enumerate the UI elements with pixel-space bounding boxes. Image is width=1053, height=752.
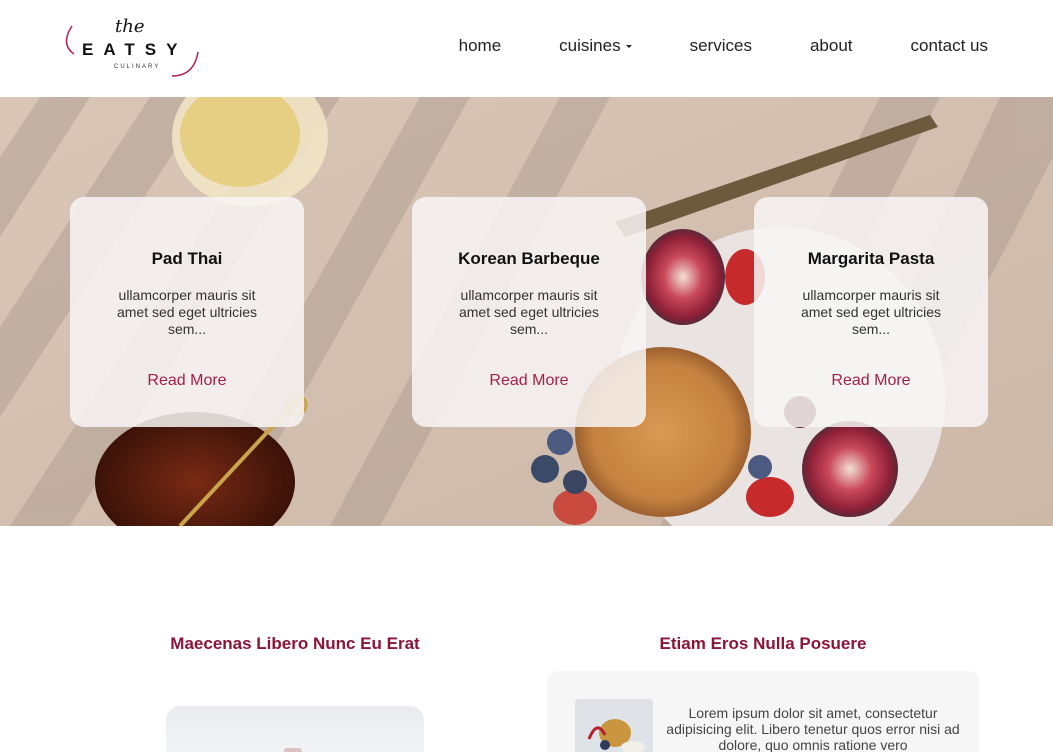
logo-tagline: CULINARY [114, 64, 161, 70]
dish-card-korean-barbeque: Korean Barbeque ullamcorper mauris sit a… [412, 197, 646, 427]
dish-card-text: ullamcorper mauris sit amet sed eget ult… [458, 287, 600, 337]
hero-banner: Pad Thai ullamcorper mauris sit amet sed… [0, 97, 1053, 526]
nav-cuisines-label: cuisines [559, 36, 621, 55]
nav-contact[interactable]: contact us [911, 36, 989, 56]
section-title-right: Etiam Eros Nulla Posuere [659, 634, 867, 653]
featured-image[interactable] [166, 706, 424, 752]
nav-services[interactable]: services [690, 36, 752, 56]
dish-card-text: ullamcorper mauris sit amet sed eget ult… [800, 287, 942, 337]
nav-services-label: services [689, 36, 752, 55]
dessert-thumbnail-icon [575, 699, 653, 752]
logo-script-text: the [115, 16, 145, 37]
nav-home-label: home [458, 36, 502, 55]
main-nav: home cuisines services about contact us [401, 36, 988, 56]
dish-card-title: Pad Thai [151, 249, 223, 268]
article-thumbnail[interactable] [575, 699, 653, 752]
caret-down-icon [625, 44, 632, 48]
nav-about-label: about [809, 36, 853, 55]
dish-card-title: Margarita Pasta [807, 249, 935, 268]
dish-card-pad-thai: Pad Thai ullamcorper mauris sit amet sed… [70, 197, 304, 427]
read-more-link[interactable]: Read More [754, 372, 988, 390]
eatsy-logo[interactable]: the EATSY CULINARY [60, 14, 205, 82]
section-title-left: Maecenas Libero Nunc Eu Erat [170, 634, 420, 653]
nav-cuisines[interactable]: cuisines [559, 36, 632, 56]
dish-card-margarita-pasta: Margarita Pasta ullamcorper mauris sit a… [754, 197, 988, 427]
logo-wordmark: EATSY [82, 40, 188, 59]
dish-card-text: ullamcorper mauris sit amet sed eget ult… [116, 287, 258, 337]
nav-home[interactable]: home [459, 36, 502, 56]
read-more-link[interactable]: Read More [70, 372, 304, 390]
site-header: the EATSY CULINARY home cuisines service… [0, 0, 1053, 97]
article-panel: Lorem ipsum dolor sit amet, consectetur … [547, 671, 979, 752]
nav-about[interactable]: about [810, 36, 853, 56]
read-more-link[interactable]: Read More [412, 372, 646, 390]
dish-card-title: Korean Barbeque [458, 249, 600, 268]
image-detail [284, 748, 302, 752]
article-excerpt: Lorem ipsum dolor sit amet, consectetur … [666, 705, 960, 752]
nav-contact-label: contact us [910, 36, 989, 55]
